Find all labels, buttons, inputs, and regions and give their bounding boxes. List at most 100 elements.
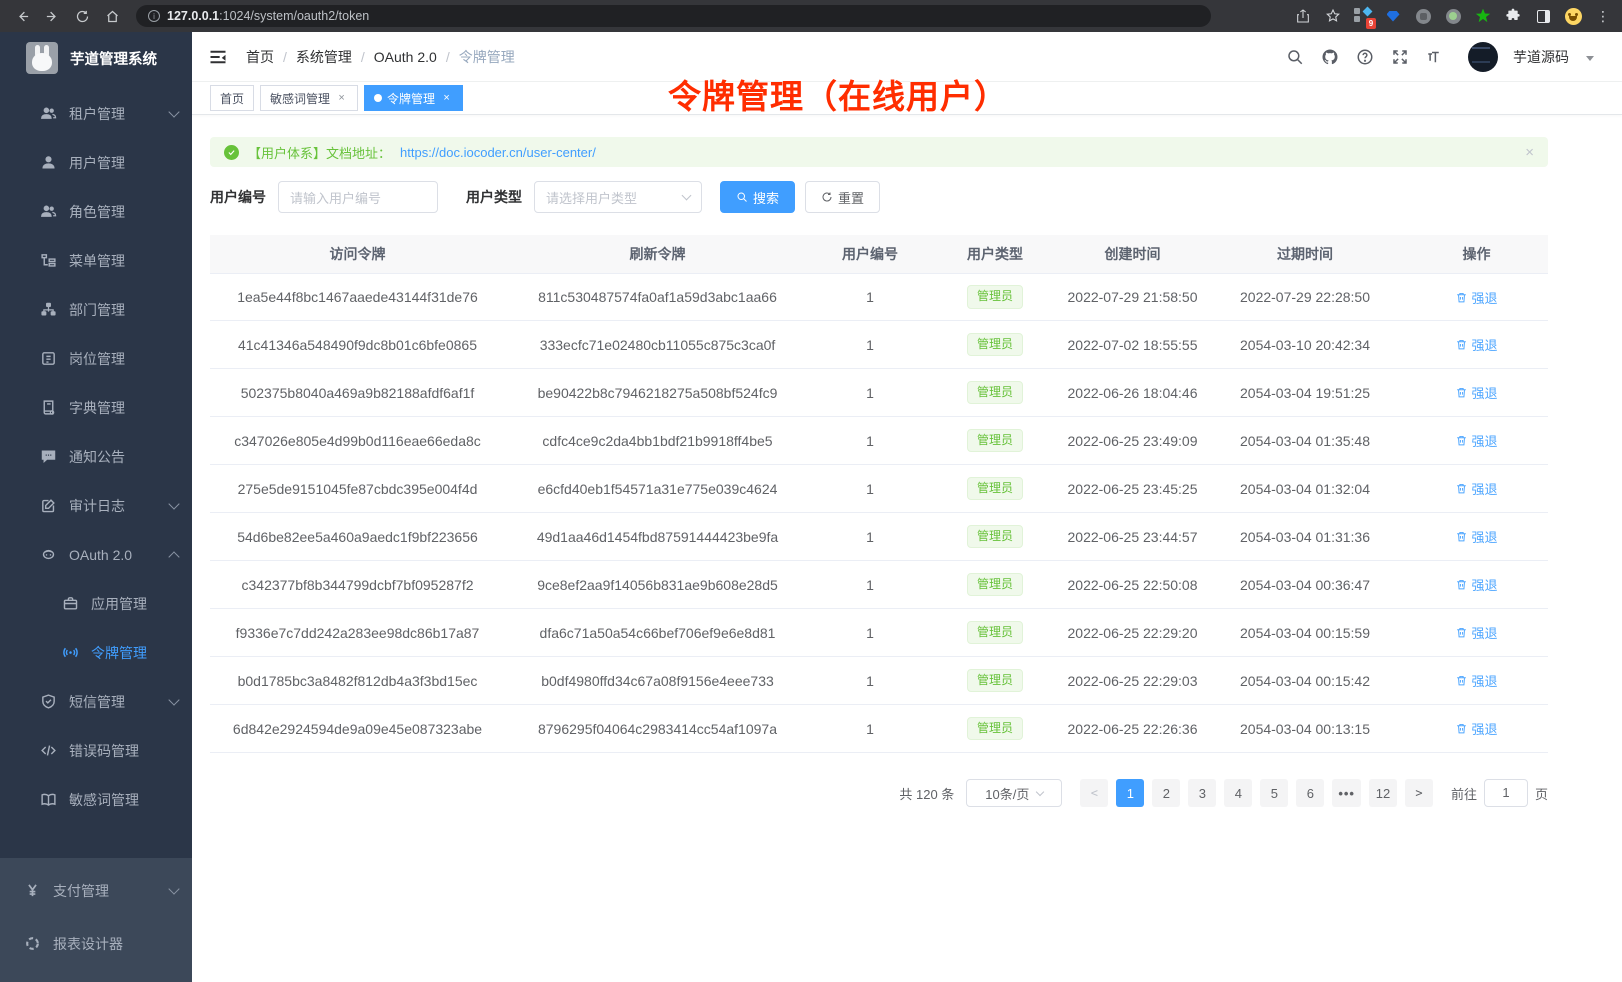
force-logout-button[interactable]: 强退 — [1455, 671, 1497, 690]
sidebar-item-支付管理[interactable]: 支付管理 — [0, 864, 192, 917]
collapse-sidebar-icon[interactable] — [208, 47, 228, 67]
site-info-icon[interactable]: i — [148, 10, 160, 22]
access-token-cell: 1ea5e44f8bc1467aaede43144f31de76 — [210, 289, 505, 305]
sidebar-item-审计日志[interactable]: 审计日志 — [0, 481, 192, 530]
github-icon[interactable] — [1320, 47, 1340, 67]
close-icon[interactable]: × — [440, 92, 453, 105]
reset-button[interactable]: 重置 — [805, 181, 880, 213]
tab-label: 首页 — [220, 90, 244, 107]
force-logout-button[interactable]: 强退 — [1455, 431, 1497, 450]
refresh-token-cell: 9ce8ef2aa9f14056b831ae9b608e28d5 — [505, 577, 810, 593]
action-cell: 强退 — [1405, 431, 1548, 450]
app-logo-row[interactable]: 芋道管理系统 — [0, 32, 192, 84]
force-logout-button[interactable]: 强退 — [1455, 623, 1497, 642]
users-icon — [40, 203, 57, 220]
sidebar-item-用户管理[interactable]: 用户管理 — [0, 138, 192, 187]
page-button-5[interactable]: 5 — [1260, 779, 1288, 807]
star-extension-icon[interactable] — [1474, 7, 1492, 25]
sidebar-item-部门管理[interactable]: 部门管理 — [0, 285, 192, 334]
page-button-2[interactable]: 2 — [1152, 779, 1180, 807]
force-logout-button[interactable]: 强退 — [1455, 479, 1497, 498]
search-button[interactable]: 搜索 — [720, 181, 795, 213]
bookmark-star-icon[interactable] — [1324, 7, 1342, 25]
user-menu-caret-icon[interactable] — [1586, 56, 1594, 61]
user-type-select[interactable]: 请选择用户类型 — [534, 181, 702, 213]
chevron-up-icon — [168, 551, 179, 562]
user-type-badge: 管理员 — [967, 285, 1023, 309]
fullscreen-icon[interactable] — [1390, 47, 1410, 67]
force-logout-button[interactable]: 强退 — [1455, 288, 1497, 307]
sidebar-item-字典管理[interactable]: 字典管理 — [0, 383, 192, 432]
browser-forward-icon[interactable] — [40, 4, 64, 28]
user-type-label: 用户类型 — [466, 187, 522, 207]
doc-link[interactable]: https://doc.iocoder.cn/user-center/ — [400, 145, 596, 160]
force-logout-button[interactable]: 强退 — [1455, 383, 1497, 402]
page-size-select[interactable]: 10条/页 — [966, 779, 1062, 807]
sidebar-item-应用管理[interactable]: 应用管理 — [0, 579, 192, 628]
alert-close-icon[interactable]: × — [1525, 144, 1534, 161]
column-header-过期时间: 过期时间 — [1205, 244, 1405, 264]
page-button-3[interactable]: 3 — [1188, 779, 1216, 807]
chevron-down-icon — [168, 106, 179, 117]
force-logout-button[interactable]: 强退 — [1455, 575, 1497, 594]
record-extension-icon[interactable] — [1444, 7, 1462, 25]
tab-令牌管理[interactable]: 令牌管理× — [364, 85, 463, 111]
idcard-icon — [40, 350, 57, 367]
sidebar-item-岗位管理[interactable]: 岗位管理 — [0, 334, 192, 383]
breadcrumb-item[interactable]: 系统管理 — [296, 47, 352, 67]
access-token-cell: 6d842e2924594de9a09e45e087323abe — [210, 721, 505, 737]
sidebar-item-OAuth 2.0[interactable]: OAuth 2.0 — [0, 530, 192, 579]
user-id-input[interactable]: 请输入用户编号 — [278, 181, 438, 213]
page-button-4[interactable]: 4 — [1224, 779, 1252, 807]
sidebar-item-令牌管理[interactable]: 令牌管理 — [0, 628, 192, 677]
dict-icon — [40, 399, 57, 416]
force-logout-button[interactable]: 强退 — [1455, 719, 1497, 738]
gem-extension-icon[interactable] — [1384, 7, 1402, 25]
browser-reload-icon[interactable] — [70, 4, 94, 28]
search-icon[interactable] — [1285, 47, 1305, 67]
browser-back-icon[interactable] — [10, 4, 34, 28]
breadcrumb-item[interactable]: 首页 — [246, 47, 274, 67]
page-button-12[interactable]: 12 — [1369, 779, 1397, 807]
blocks-extension-icon[interactable]: 9 — [1354, 7, 1372, 25]
extension-badge: 9 — [1366, 18, 1376, 29]
sidebar-item-错误码管理[interactable]: 错误码管理 — [0, 726, 192, 775]
close-icon[interactable]: × — [335, 92, 348, 105]
browser-home-icon[interactable] — [100, 4, 124, 28]
page-button-6[interactable]: 6 — [1296, 779, 1324, 807]
goto-page-input[interactable]: 1 — [1484, 779, 1528, 807]
sidebar-item-报表设计器[interactable]: 报表设计器 — [0, 917, 192, 970]
user-id-cell: 1 — [810, 433, 930, 449]
sidebar-item-租户管理[interactable]: 租户管理 — [0, 89, 192, 138]
tab-敏感词管理[interactable]: 敏感词管理× — [260, 85, 358, 111]
share-icon[interactable] — [1294, 7, 1312, 25]
tab-split-icon[interactable] — [1534, 7, 1552, 25]
prev-page-button[interactable]: < — [1080, 779, 1108, 807]
sidebar-item-菜单管理[interactable]: 菜单管理 — [0, 236, 192, 285]
gray-extension-icon[interactable] — [1414, 7, 1432, 25]
sidebar-item-通知公告[interactable]: 通知公告 — [0, 432, 192, 481]
table-row: c342377bf8b344799dcbf7bf095287f29ce8ef2a… — [210, 561, 1548, 609]
chevron-down-icon — [682, 191, 692, 201]
page-button-1[interactable]: 1 — [1116, 779, 1144, 807]
puzzle-extensions-icon[interactable] — [1504, 7, 1522, 25]
created-time-cell: 2022-06-25 23:45:25 — [1060, 481, 1205, 497]
sidebar-item-label: 错误码管理 — [69, 741, 139, 761]
address-bar[interactable]: i 127.0.0.1:1024/system/oauth2/token — [136, 5, 1211, 27]
user-id-cell: 1 — [810, 577, 930, 593]
user-type-badge: 管理员 — [967, 717, 1023, 741]
font-size-icon[interactable] — [1425, 47, 1445, 67]
force-logout-button[interactable]: 强退 — [1455, 335, 1497, 354]
sidebar-item-角色管理[interactable]: 角色管理 — [0, 187, 192, 236]
chrome-menu-icon[interactable]: ⋮ — [1594, 7, 1612, 25]
refresh-token-cell: 811c530487574fa0af1a59d3abc1aa66 — [505, 289, 810, 305]
force-logout-button[interactable]: 强退 — [1455, 527, 1497, 546]
help-icon[interactable] — [1355, 47, 1375, 67]
tab-首页[interactable]: 首页 — [210, 85, 254, 111]
next-page-button[interactable]: > — [1405, 779, 1433, 807]
sidebar-item-短信管理[interactable]: 短信管理 — [0, 677, 192, 726]
breadcrumb-item[interactable]: OAuth 2.0 — [374, 49, 437, 65]
avatar[interactable] — [1468, 42, 1498, 72]
sidebar-item-敏感词管理[interactable]: 敏感词管理 — [0, 775, 192, 824]
profile-emoji-icon[interactable] — [1564, 7, 1582, 25]
